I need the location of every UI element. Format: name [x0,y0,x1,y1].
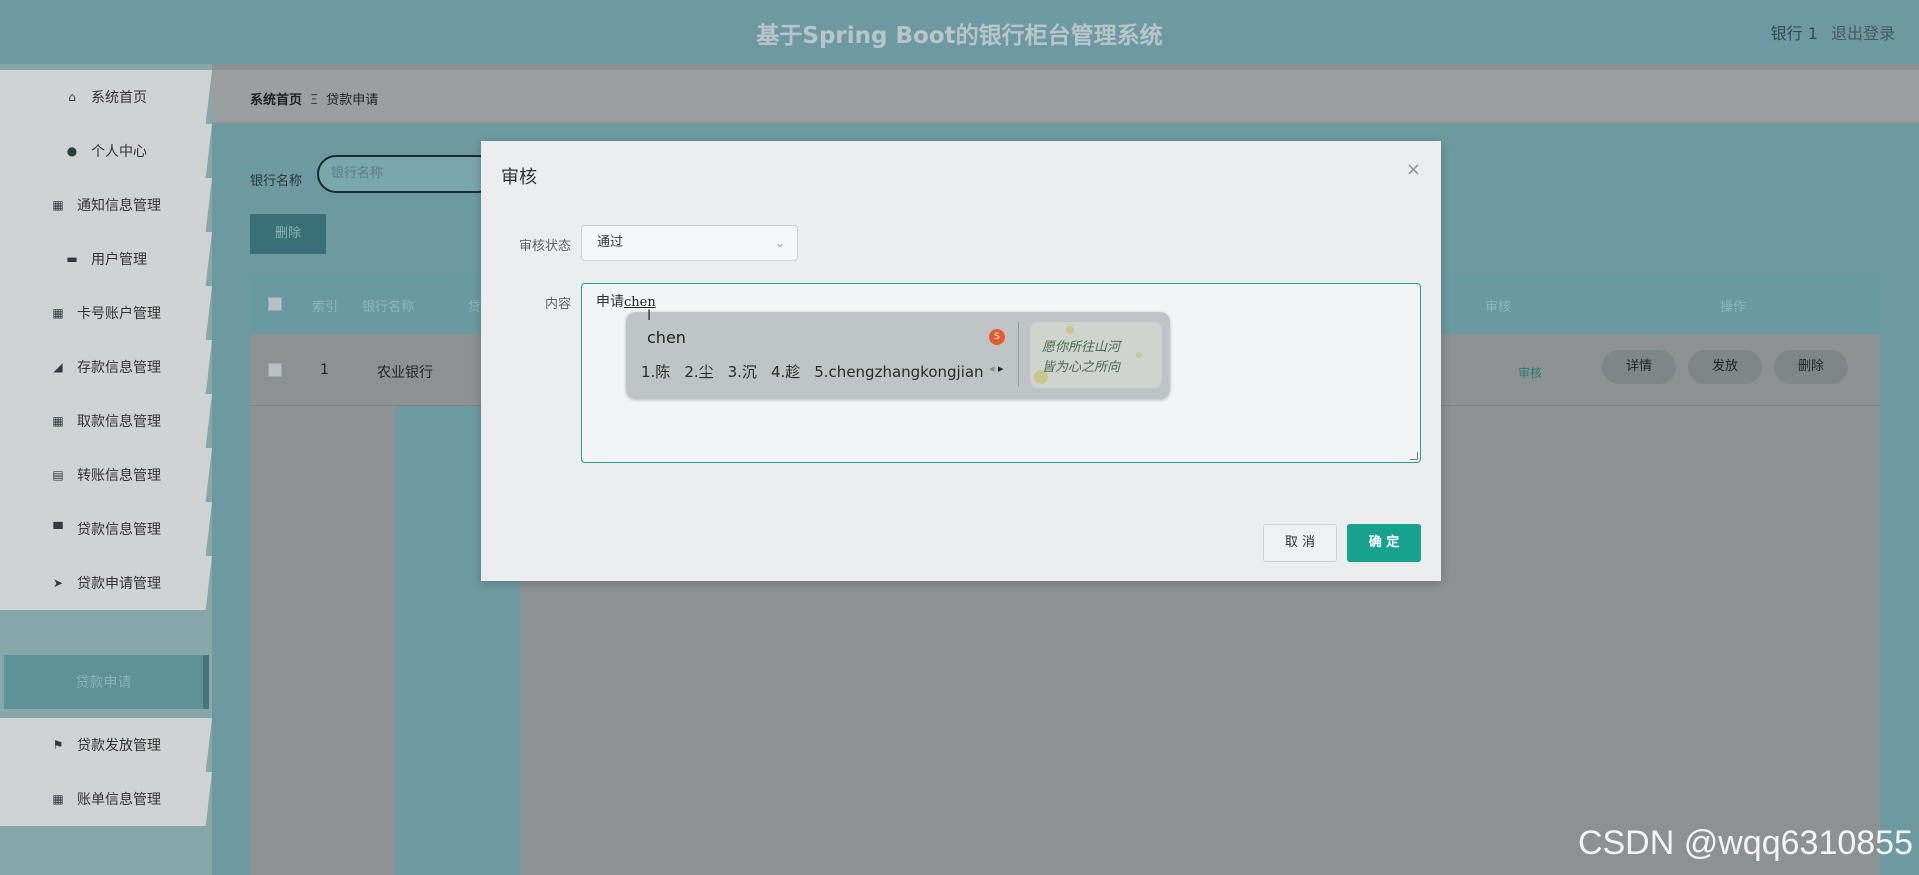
sidebar-item-users[interactable]: ▬ 用户管理 [0,232,212,286]
sidebar-item-deposit[interactable]: ◢ 存款信息管理 [0,340,212,394]
sidebar-item-transfer[interactable]: ▤ 转账信息管理 [0,448,212,502]
skin-text-line: 皆为心之所向 [1042,360,1121,375]
current-user: 银行 1 [1770,24,1818,43]
sidebar-item-loan-apply-mgmt[interactable]: ➤ 贷款申请管理 [0,556,212,610]
breadcrumb-bar: 系统首页 Ξ 贷款申请 [212,70,1919,122]
ime-logo-icon[interactable]: S [989,329,1005,345]
ime-skin-image: 愿你所往山河 皆为心之所向 [1030,322,1162,388]
ime-candidate-window: chen S 1.陈 2.尘 3.沉 4.趁 5.chengzhangkongjian … [626,312,1170,399]
watermark: CSDN @wqq6310855 [1577,824,1913,862]
sidebar-item-label: 转账信息管理 [77,468,161,484]
home-icon: ⌂ [68,90,76,104]
row-delete-button[interactable]: 删除 [1774,350,1848,384]
skin-dot [1136,352,1142,358]
column-header-index: 索引 [312,300,339,315]
send-icon: ➤ [52,576,64,590]
close-icon[interactable]: × [1406,159,1421,180]
cancel-button[interactable]: 取 消 [1263,524,1337,562]
chat-icon: ▬ [66,252,78,266]
top-header: 基于Spring Boot的银行柜台管理系统 银行 1 退出登录 [0,0,1919,64]
column-header-bank: 银行名称 [362,300,415,315]
bank-name-search-input[interactable]: 银行名称 [317,155,497,193]
text-cursor-icon: I [647,308,652,324]
sidebar-item-label: 系统首页 [91,90,147,106]
sidebar-item-label: 个人中心 [91,144,147,160]
column-header-actions: 操作 [1720,300,1747,315]
sidebar-item-label: 贷款发放管理 [77,738,161,754]
skin-text-line: 愿你所往山河 [1042,340,1121,355]
dialog-title: 审核 [501,167,537,188]
user-area: 银行 1 退出登录 [1763,20,1895,44]
sidebar-item-withdraw[interactable]: ▦ 取款信息管理 [0,394,212,448]
grid-icon: ▦ [52,792,64,806]
ime-candidate[interactable]: 4.趁 [771,363,800,381]
sidebar-item-loan-info[interactable]: ▀ 贷款信息管理 [0,502,212,556]
grid-icon: ▦ [52,198,64,212]
sidebar-item-home[interactable]: ⌂ 系统首页 [0,70,212,124]
audit-link[interactable]: 审核 [1518,364,1542,381]
sidebar-item-label: 取款信息管理 [77,414,161,430]
select-all-checkbox[interactable] [268,297,282,311]
clipboard-icon: ▤ [52,468,64,482]
sidebar-item-label: 存款信息管理 [77,360,161,376]
sidebar-item-notice[interactable]: ▦ 通知信息管理 [0,178,212,232]
confirm-button[interactable]: 确 定 [1347,524,1421,562]
ime-candidate[interactable]: 5.chengzhangkongjian [814,363,983,381]
breadcrumb-home[interactable]: 系统首页 [250,93,302,108]
breadcrumb: 系统首页 Ξ 贷款申请 [250,89,378,108]
sidebar-item-profile[interactable]: ● 个人中心 [0,124,212,178]
content-text: 申请 [596,294,624,310]
search-label: 银行名称 [250,174,303,189]
ime-candidate-list: 1.陈 2.尘 3.沉 4.趁 5.chengzhangkongjian [641,361,998,382]
sidebar-item-label: 卡号账户管理 [77,306,161,322]
sidebar-item-label: 账单信息管理 [77,792,161,808]
sidebar-item-bills[interactable]: ▦ 账单信息管理 [0,772,212,826]
resize-handle[interactable] [1410,452,1418,460]
user-icon: ● [66,144,78,158]
sidebar-item-label: 贷款信息管理 [77,522,161,538]
ime-candidate[interactable]: 3.沉 [728,363,757,381]
sidebar-item-card-accounts[interactable]: ▦ 卡号账户管理 [0,286,212,340]
status-selected-value: 通过 [597,235,624,250]
grid-icon: ▦ [52,306,64,320]
status-label: 审核状态 [518,239,571,254]
briefcase-icon: ▀ [53,522,63,536]
audit-status-select[interactable]: 通过 ⌄ [581,225,798,261]
cell-index: 1 [320,362,329,378]
ime-composition: chen [647,328,686,347]
chart-icon: ◢ [53,360,63,374]
breadcrumb-current: 贷款申请 [326,93,379,108]
ime-candidate[interactable]: 2.尘 [684,363,713,381]
sidebar-item-loan-disburse[interactable]: ⚑ 贷款发放管理 [0,718,212,772]
disburse-button[interactable]: 发放 [1688,350,1762,384]
sidebar-item-label: 用户管理 [91,252,147,268]
sidebar: ⌂ 系统首页 ● 个人中心 ▦ 通知信息管理 ▬ 用户管理 ▦ 卡号账户管理 ◢… [0,64,212,875]
content-label: 内容 [544,297,571,312]
ime-candidate[interactable]: 1.陈 [641,363,670,381]
ime-next-page-icon[interactable]: ▸ [998,362,1004,375]
chevron-down-icon: ⌄ [774,236,785,250]
breadcrumb-separator: Ξ [310,93,319,108]
grid-icon: ▦ [52,414,64,428]
detail-button[interactable]: 详情 [1602,350,1676,384]
sidebar-item-label: 通知信息管理 [77,198,161,214]
ime-divider [1018,322,1019,386]
column-header-audit: 审核 [1485,300,1512,315]
sidebar-item-label: 贷款申请 [75,675,132,691]
sidebar-item-label: 贷款申请管理 [77,576,161,592]
row-checkbox[interactable] [268,363,282,377]
flag-icon: ⚑ [52,738,64,752]
column-header-partial: 贷 [468,300,482,315]
cell-bank-name: 农业银行 [377,365,433,381]
skin-handwriting: 愿你所往山河 皆为心之所向 [1042,338,1120,378]
app-title: 基于Spring Boot的银行柜台管理系统 [756,23,1163,49]
ime-page-arrows[interactable]: ◂ ▸ [989,362,1004,375]
skin-dot [1066,326,1074,334]
sidebar-subitem-loan-apply[interactable]: 贷款申请 [4,655,209,709]
logout-link[interactable]: 退出登录 [1831,24,1895,43]
batch-delete-button[interactable]: 删除 [250,214,326,254]
